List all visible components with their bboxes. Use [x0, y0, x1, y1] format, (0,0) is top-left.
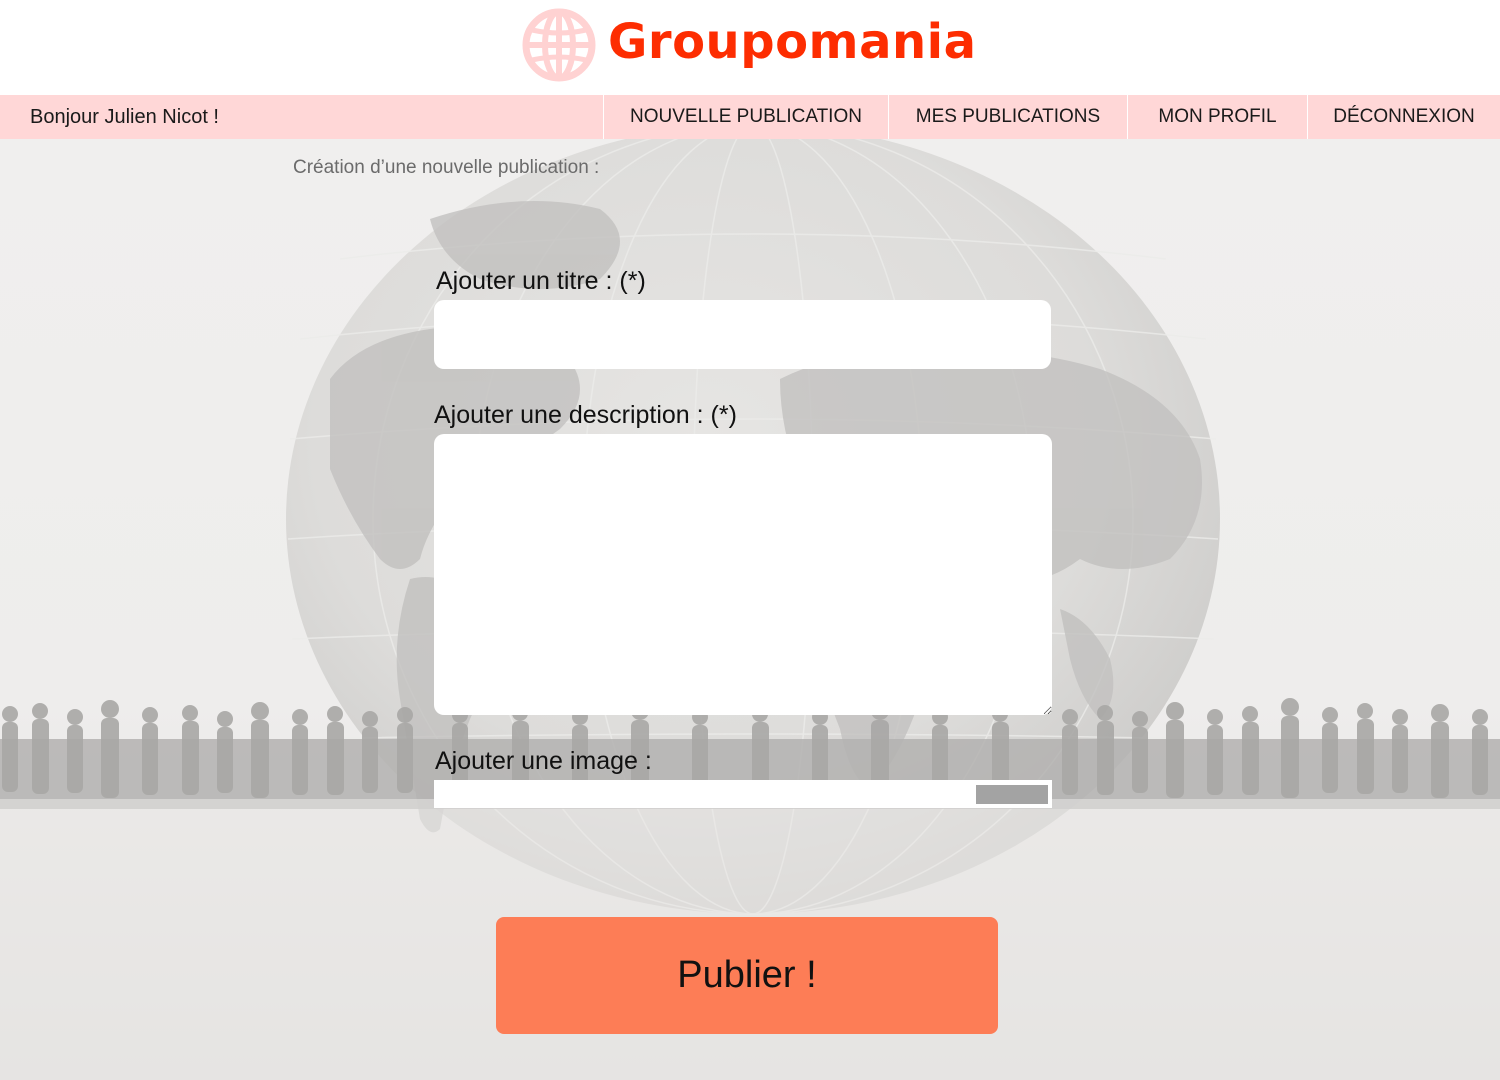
globe-icon: [522, 8, 596, 82]
logo[interactable]: Groupomania: [522, 7, 976, 83]
title-label: Ajouter un titre : (*): [436, 267, 646, 295]
header: Groupomania: [0, 0, 1500, 95]
browse-file-button[interactable]: [976, 785, 1048, 804]
navbar: Bonjour Julien Nicot ! NOUVELLE PUBLICAT…: [0, 95, 1500, 139]
image-label: Ajouter une image :: [435, 747, 652, 775]
nav-my-publications[interactable]: MES PUBLICATIONS: [888, 95, 1127, 139]
greeting-text: Bonjour Julien Nicot !: [30, 105, 219, 128]
description-textarea[interactable]: [434, 434, 1052, 715]
publish-button[interactable]: Publier !: [496, 917, 998, 1034]
nav-new-publication[interactable]: NOUVELLE PUBLICATION: [603, 95, 888, 139]
main-content: Création d’une nouvelle publication : Aj…: [0, 139, 1500, 1080]
nav-logout[interactable]: DÉCONNEXION: [1307, 95, 1500, 139]
title-input[interactable]: [434, 300, 1051, 369]
brand-name: Groupomania: [608, 14, 977, 70]
image-file-input[interactable]: [434, 780, 1052, 808]
section-title: Création d’une nouvelle publication :: [293, 157, 600, 178]
nav-my-profile[interactable]: MON PROFIL: [1127, 95, 1307, 139]
description-label: Ajouter une description : (*): [434, 401, 737, 429]
